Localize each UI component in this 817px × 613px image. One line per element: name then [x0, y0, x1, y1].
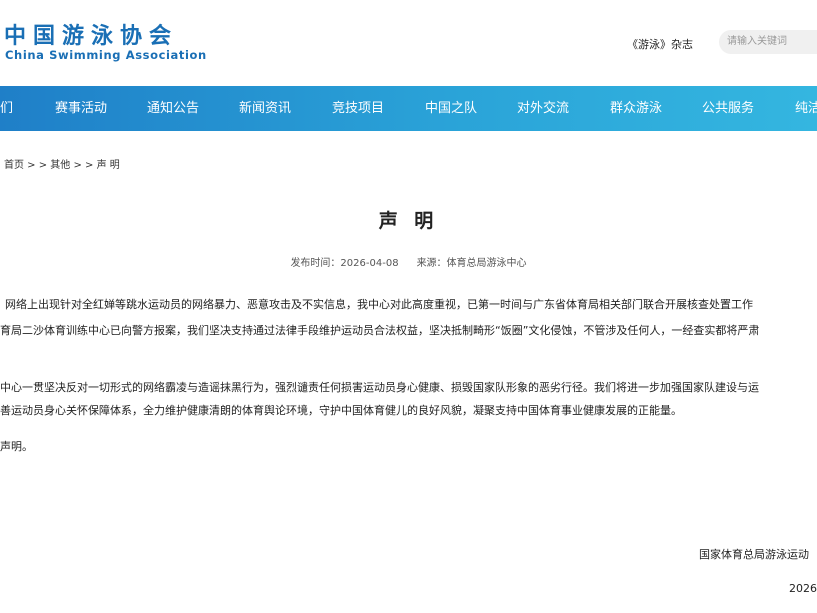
article-source: 来源：体育总局游泳中心 — [416, 258, 527, 269]
article-date: 2026 — [789, 582, 817, 595]
search-input[interactable]: 请输入关键词 — [719, 30, 817, 54]
nav-item-competition[interactable]: 竞技项目 — [332, 86, 384, 131]
article-meta: 发布时间：2026-04-08 来源：体育总局游泳中心 — [0, 254, 817, 269]
logo-english[interactable]: China Swimming Association — [5, 48, 207, 62]
nav-item-national-team[interactable]: 中国之队 — [425, 86, 477, 131]
logo-chinese[interactable]: 中国游泳协会 — [4, 18, 178, 50]
nav-item-public-service[interactable]: 公共服务 — [702, 86, 754, 131]
nav-item-news[interactable]: 新闻资讯 — [239, 86, 291, 131]
nav-item-about[interactable]: 们 — [0, 86, 13, 131]
article-line-3: 中心一贯坚决反对一切形式的网络霸凌与造谣抹黑行为，强烈谴责任何损害运动员身心健康… — [0, 381, 759, 394]
breadcrumb[interactable]: 首页 > > 其他 > > 声 明 — [4, 156, 120, 171]
article-line-1: 网络上出现针对全红婵等跳水运动员的网络暴力、恶意攻击及不实信息，我中心对此高度重… — [5, 298, 753, 311]
magazine-link[interactable]: 《游泳》杂志 — [627, 36, 693, 52]
nav-item-clean[interactable]: 纯洁 — [795, 86, 817, 131]
article-line-5: 声明。 — [0, 440, 33, 453]
page-title: 声 明 — [378, 210, 439, 232]
main-nav: 们 赛事活动 通知公告 新闻资讯 竞技项目 中国之队 对外交流 群众游泳 公共服… — [0, 86, 817, 131]
article-line-4: 善运动员身心关怀保障体系，全力维护健康清朗的体育舆论环境，守护中国体育健儿的良好… — [0, 404, 682, 417]
site-header: 中国游泳协会 China Swimming Association 《游泳》杂志… — [0, 0, 817, 86]
nav-item-notices[interactable]: 通知公告 — [147, 86, 199, 131]
nav-item-exchange[interactable]: 对外交流 — [517, 86, 569, 131]
article-line-2: 育局二沙体育训练中心已向警方报案，我们坚决支持通过法律手段维护运动员合法权益，坚… — [0, 324, 760, 337]
article-signature: 国家体育总局游泳运动 — [699, 548, 809, 561]
nav-item-mass-swimming[interactable]: 群众游泳 — [610, 86, 662, 131]
nav-item-events[interactable]: 赛事活动 — [55, 86, 107, 131]
publish-time: 发布时间：2026-04-08 — [290, 258, 399, 269]
